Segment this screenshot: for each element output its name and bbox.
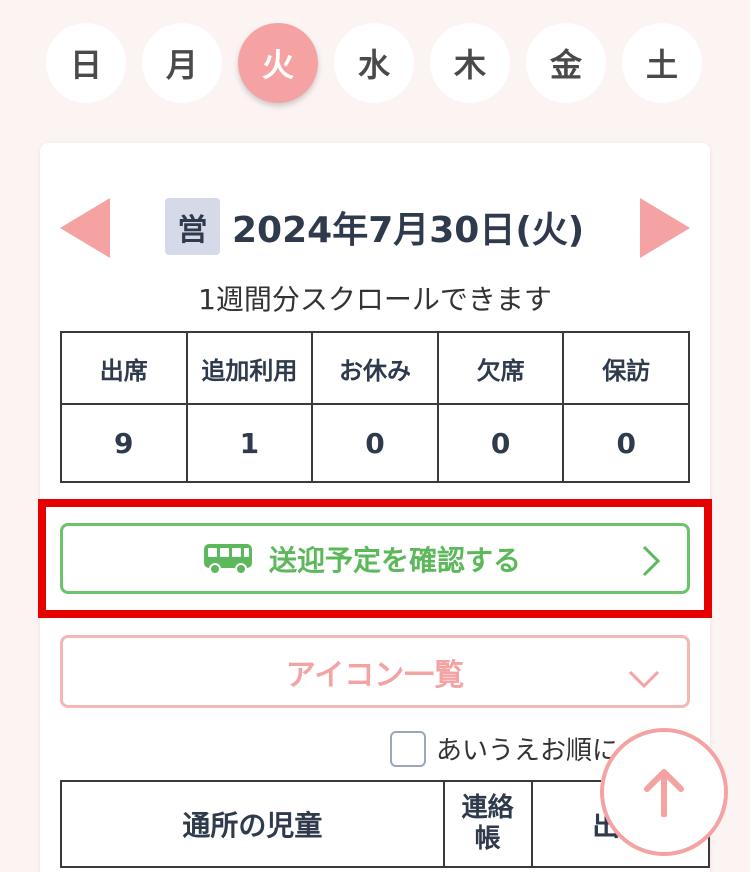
current-date: 2024年7月30日(火) xyxy=(232,209,585,251)
transport-schedule-label: 送迎予定を確認する xyxy=(268,543,521,577)
weekday-saturday[interactable]: 土 xyxy=(622,23,702,103)
stats-value-absent: 0 xyxy=(436,403,565,483)
arrow-up-icon xyxy=(644,769,684,817)
stats-header-attendance: 出席 xyxy=(60,331,188,405)
chevron-down-icon xyxy=(627,662,661,697)
stats-value-day-off: 0 xyxy=(311,403,439,483)
stats-header-day-off: お休み xyxy=(311,331,439,405)
sort-label: あいうえお順に xyxy=(436,736,619,766)
children-header-name: 通所の児童 xyxy=(60,780,445,868)
stats-header-extra-use: 追加利用 xyxy=(185,331,314,405)
transport-schedule-button[interactable]: 送迎予定を確認する xyxy=(60,523,690,594)
weekday-selector: 日 月 火 水 木 金 土 xyxy=(46,23,702,103)
stats-value-home-visit: 0 xyxy=(562,403,690,483)
stats-header-absent: 欠席 xyxy=(436,331,565,405)
attendance-summary-table: 出席 追加利用 お休み 欠席 保訪 9 1 0 0 0 xyxy=(60,331,690,483)
children-header-notebook: 連絡帳 xyxy=(442,780,533,868)
bus-icon xyxy=(203,543,253,582)
stats-value-extra-use: 1 xyxy=(185,403,314,483)
date-navigation: 営 2024年7月30日(火) xyxy=(40,193,710,263)
weekday-friday[interactable]: 金 xyxy=(526,23,606,103)
scroll-to-top-button[interactable] xyxy=(600,728,728,856)
icon-list-toggle[interactable]: アイコン一覧 xyxy=(60,635,690,708)
weekday-sunday[interactable]: 日 xyxy=(46,23,126,103)
chevron-right-icon xyxy=(641,544,661,585)
sort-option[interactable]: あいうえお順に xyxy=(390,730,618,767)
business-day-badge: 営 xyxy=(165,198,220,255)
stats-header-home-visit: 保訪 xyxy=(562,331,690,405)
scroll-hint: 1週間分スクロールできます xyxy=(198,283,552,316)
sort-checkbox[interactable] xyxy=(390,730,426,767)
previous-day-arrow-icon[interactable] xyxy=(60,198,110,258)
date-display: 営 2024年7月30日(火) xyxy=(165,198,584,255)
weekday-monday[interactable]: 月 xyxy=(142,23,222,103)
icon-list-label: アイコン一覧 xyxy=(285,657,465,693)
weekday-thursday[interactable]: 木 xyxy=(430,23,510,103)
weekday-tuesday[interactable]: 火 xyxy=(238,23,318,103)
stats-value-attendance: 9 xyxy=(60,403,188,483)
weekday-wednesday[interactable]: 水 xyxy=(334,23,414,103)
next-day-arrow-icon[interactable] xyxy=(640,198,690,258)
